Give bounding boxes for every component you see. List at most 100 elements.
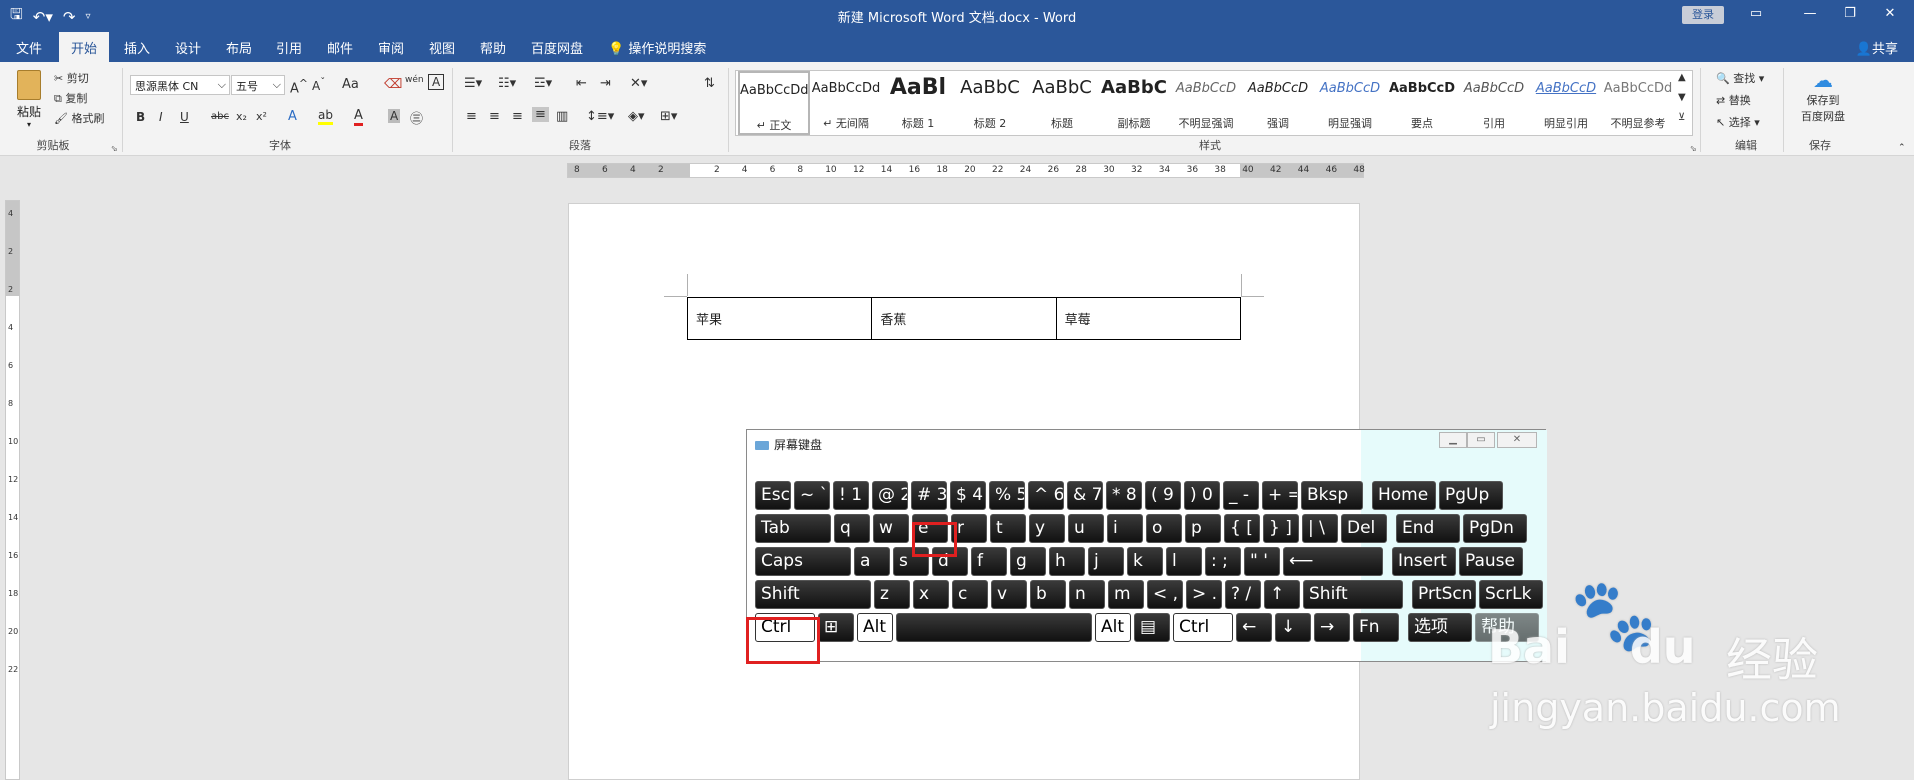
save-to-baidu-button[interactable]: ☁ 保存到 百度网盘 (1790, 68, 1856, 134)
key--[interactable]: ⟵ (1283, 547, 1383, 576)
maximize-icon[interactable]: ▭ (1467, 432, 1495, 448)
bullets-icon[interactable]: ☰▾ (464, 76, 482, 91)
key--[interactable]: ← (1236, 613, 1272, 642)
key-fn[interactable]: Fn (1353, 613, 1399, 642)
key-scrlk[interactable]: ScrLk (1479, 580, 1543, 609)
style-quote[interactable]: AaBbCcD 引用 (1458, 71, 1530, 135)
key-i[interactable]: i (1107, 514, 1143, 543)
key-bksp[interactable]: Bksp (1301, 481, 1363, 510)
text-effects-button[interactable]: A (288, 109, 297, 124)
tell-me-search[interactable]: 💡 操作说明搜索 (608, 38, 706, 57)
dialog-launcher-icon[interactable]: ⬂ (111, 144, 118, 153)
key-alt[interactable]: Alt (857, 613, 893, 642)
restore-icon[interactable]: ❐ (1840, 6, 1860, 21)
numbering-icon[interactable]: ☷▾ (498, 76, 516, 91)
key-tab[interactable]: Tab (755, 514, 831, 543)
tab-layout[interactable]: 布局 (226, 38, 252, 57)
key-caps[interactable]: Caps (755, 547, 851, 576)
key-space[interactable] (896, 613, 1092, 642)
style-emphasis[interactable]: AaBbCcD 强调 (1242, 71, 1314, 135)
style-intense-quote[interactable]: AaBbCcD 明显引用 (1530, 71, 1602, 135)
key--[interactable]: ▤ (1134, 613, 1170, 642)
key-pause[interactable]: Pause (1459, 547, 1523, 576)
minimize-icon[interactable]: — (1800, 6, 1820, 21)
tab-references[interactable]: 引用 (276, 38, 302, 57)
decrease-indent-icon[interactable]: ⇤ (576, 76, 587, 91)
enclose-char-icon[interactable]: ㊂ (410, 108, 423, 127)
find-button[interactable]: 🔍 查找 ▾ (1716, 70, 1764, 86)
gallery-scroll-up-icon[interactable]: ▲ (1678, 72, 1686, 83)
key--[interactable]: ↓ (1275, 613, 1311, 642)
key-k[interactable]: k (1127, 547, 1163, 576)
key--[interactable]: 选项 (1408, 613, 1472, 642)
chinese-layout-icon[interactable]: ✕▾ (630, 76, 647, 91)
key--3[interactable]: # 3 (911, 481, 947, 510)
key--4[interactable]: $ 4 (950, 481, 986, 510)
shading-icon[interactable]: ◈▾ (628, 109, 645, 124)
char-border-icon[interactable]: A (428, 74, 445, 90)
key--9[interactable]: ( 9 (1145, 481, 1181, 510)
style-heading-1[interactable]: AaBl 标题 1 (882, 71, 954, 135)
document-table[interactable]: 苹果 香蕉 草莓 (686, 297, 1242, 340)
key--2[interactable]: @ 2 (872, 481, 908, 510)
collapse-ribbon-icon[interactable]: ⌃ (1898, 143, 1906, 153)
ribbon-display-icon[interactable]: ▭ (1746, 6, 1766, 21)
key--8[interactable]: * 8 (1106, 481, 1142, 510)
key-x[interactable]: x (913, 580, 949, 609)
gallery-scroll-down-icon[interactable]: ▼ (1678, 92, 1686, 103)
key-alt[interactable]: Alt (1095, 613, 1131, 642)
style-subtitle[interactable]: AaBbC 副标题 (1098, 71, 1170, 135)
key-pgup[interactable]: PgUp (1439, 481, 1503, 510)
show-marks-icon[interactable]: ⇅ (704, 76, 715, 91)
key--5[interactable]: % 5 (989, 481, 1025, 510)
style-title[interactable]: AaBbC 标题 (1026, 71, 1098, 135)
select-button[interactable]: ↖ 选择 ▾ (1716, 114, 1760, 130)
key--6[interactable]: ^ 6 (1028, 481, 1064, 510)
vertical-ruler[interactable]: 4 2 2 4 6 8 10 12 14 16 18 20 22 (5, 200, 20, 780)
font-color-button[interactable]: A (354, 108, 363, 126)
increase-indent-icon[interactable]: ⇥ (600, 76, 611, 91)
key-shift[interactable]: Shift (755, 580, 871, 609)
gallery-more-icon[interactable]: ⊻ (1678, 112, 1685, 123)
tab-review[interactable]: 审阅 (378, 38, 404, 57)
minimize-icon[interactable]: ▁ (1439, 432, 1467, 448)
tab-baidu-netdisk[interactable]: 百度网盘 (531, 38, 583, 57)
shrink-font-icon[interactable]: Aˇ (312, 77, 325, 93)
key--[interactable]: < , (1147, 580, 1183, 609)
key-end[interactable]: End (1396, 514, 1460, 543)
italic-button[interactable]: I (159, 110, 163, 124)
key-home[interactable]: Home (1372, 481, 1436, 510)
line-spacing-icon[interactable]: ↕≡▾ (586, 109, 614, 124)
char-shading-button[interactable]: A (388, 109, 401, 123)
tab-mailings[interactable]: 邮件 (327, 38, 353, 57)
key--[interactable]: { [ (1224, 514, 1260, 543)
format-painter-button[interactable]: 🖌 格式刷 (54, 110, 104, 126)
phonetic-guide-button[interactable]: wén (405, 75, 424, 85)
key-prtscn[interactable]: PrtScn (1412, 580, 1476, 609)
subscript-button[interactable]: x₂ (236, 110, 247, 123)
key--[interactable]: ? / (1225, 580, 1261, 609)
key-m[interactable]: m (1108, 580, 1144, 609)
change-case-button[interactable]: Aa (342, 77, 359, 92)
table-cell[interactable]: 草莓 (1055, 297, 1242, 340)
key--[interactable]: + = (1262, 481, 1298, 510)
key-n[interactable]: n (1069, 580, 1105, 609)
key-del[interactable]: Del (1341, 514, 1387, 543)
key--[interactable]: } ] (1263, 514, 1299, 543)
borders-icon[interactable]: ⊞▾ (660, 109, 677, 124)
font-name-select[interactable]: 思源黑体 CN ⌵ (130, 75, 230, 95)
replace-button[interactable]: ⇄ 替换 (1716, 92, 1751, 108)
paste-button[interactable]: 粘贴 ▾ (12, 70, 46, 134)
key--[interactable]: : ; (1205, 547, 1241, 576)
style-heading-2[interactable]: AaBbC 标题 2 (954, 71, 1026, 135)
key--[interactable]: ⊞ (818, 613, 854, 642)
clear-format-icon[interactable]: ⌫ (384, 77, 402, 92)
key-b[interactable]: b (1030, 580, 1066, 609)
key--[interactable]: _ - (1223, 481, 1259, 510)
key--[interactable]: → (1314, 613, 1350, 642)
key-p[interactable]: p (1185, 514, 1221, 543)
table-cell[interactable]: 香蕉 (871, 297, 1057, 340)
style-subtle-reference[interactable]: AaBbCcDd 不明显参考 (1602, 71, 1674, 135)
key--[interactable]: " ' (1244, 547, 1280, 576)
key-j[interactable]: j (1088, 547, 1124, 576)
